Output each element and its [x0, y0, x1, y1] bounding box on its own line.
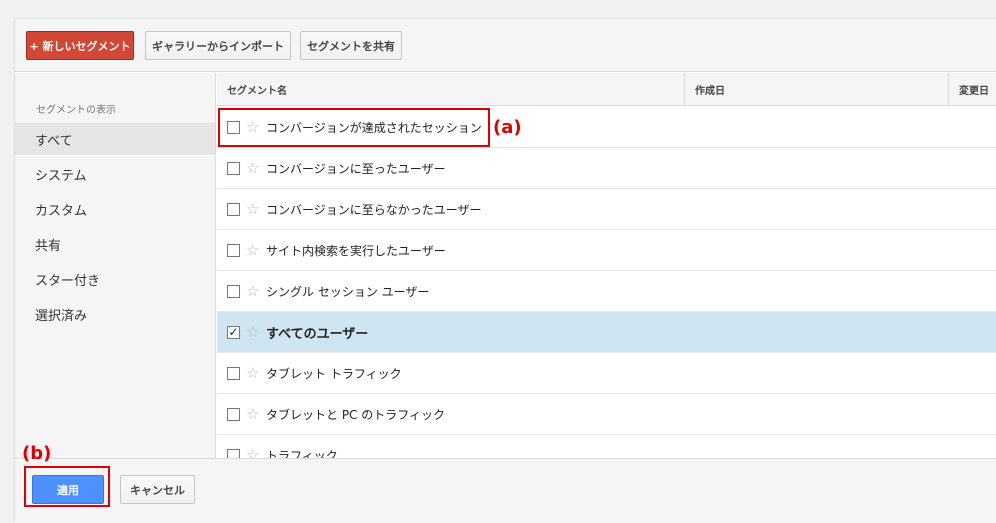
star-icon[interactable]: ☆ [246, 241, 262, 259]
star-icon[interactable]: ☆ [246, 200, 262, 218]
segment-list[interactable]: ☆ コンバージョンが達成されたセッション ☆ コンバージョンに至ったユーザー ☆… [217, 107, 996, 458]
segment-name: タブレット トラフィック [266, 366, 402, 381]
segment-name: コンバージョンに至ったユーザー [266, 161, 446, 176]
segment-toolbar: + 新しいセグメント ギャラリーからインポート セグメントを共有 [15, 19, 996, 72]
segment-view-sidebar: セグメントの表示 すべて システム カスタム 共有 スター付き 選択済み [15, 73, 216, 458]
sidebar-item-label: すべて [35, 133, 73, 149]
sidebar-item-system[interactable]: システム [15, 158, 215, 190]
annotation-box-a [218, 108, 490, 147]
segment-name: シングル セッション ユーザー [266, 284, 430, 299]
share-segments-button[interactable]: セグメントを共有 [300, 31, 402, 60]
action-bar: 適用 キャンセル [15, 458, 996, 523]
sidebar-item-label: 選択済み [35, 308, 88, 324]
segment-name: コンバージョンに至らなかったユーザー [266, 202, 482, 217]
sidebar-heading: セグメントの表示 [36, 105, 116, 116]
column-header-segment-name[interactable]: セグメント名 [217, 73, 685, 106]
import-from-gallery-button[interactable]: ギャラリーからインポート [145, 31, 291, 60]
column-header-created-date[interactable]: 作成日 [685, 73, 949, 106]
segment-name: トラフィック [266, 448, 338, 459]
sidebar-item-starred[interactable]: スター付き [15, 263, 215, 295]
table-row[interactable]: ☆ トラフィック [217, 435, 996, 458]
table-row[interactable]: ☆ コンバージョンに至ったユーザー [217, 148, 996, 189]
table-header: セグメント名 作成日 変更日 [217, 73, 996, 106]
table-row[interactable]: ☆ シングル セッション ユーザー [217, 271, 996, 312]
table-row[interactable]: ☆ サイト内検索を実行したユーザー [217, 230, 996, 271]
segment-checkbox[interactable] [227, 243, 240, 257]
segment-checkbox[interactable] [227, 161, 240, 175]
sidebar-item-label: 共有 [35, 238, 62, 254]
sidebar-item-custom[interactable]: カスタム [15, 193, 215, 225]
segment-checkbox[interactable] [227, 448, 240, 458]
star-icon[interactable]: ☆ [246, 405, 262, 423]
segment-checkbox[interactable] [227, 407, 240, 421]
sidebar-item-all[interactable]: すべて [15, 123, 215, 155]
annotation-label-a: (a) [493, 117, 522, 138]
table-row-selected[interactable]: ✓ ☆ すべてのユーザー [217, 312, 996, 353]
star-icon[interactable]: ☆ [246, 159, 262, 177]
star-icon[interactable]: ☆ [246, 323, 262, 341]
segment-picker-panel: + 新しいセグメント ギャラリーからインポート セグメントを共有 セグメントの表… [14, 18, 996, 523]
sidebar-item-label: システム [35, 168, 87, 184]
segment-name: すべてのユーザー [266, 326, 369, 342]
star-icon[interactable]: ☆ [246, 282, 262, 300]
sidebar-item-selected[interactable]: 選択済み [15, 298, 215, 330]
annotation-label-b: (b) [22, 443, 52, 464]
sidebar-item-label: スター付き [35, 273, 101, 289]
new-segment-button[interactable]: + 新しいセグメント [26, 31, 134, 60]
sidebar-item-shared[interactable]: 共有 [15, 228, 215, 260]
star-icon[interactable]: ☆ [246, 446, 262, 458]
segment-name: サイト内検索を実行したユーザー [266, 243, 446, 258]
segment-checkbox[interactable] [227, 284, 240, 298]
annotation-box-b [24, 466, 110, 507]
column-header-updated-date[interactable]: 変更日 [949, 73, 996, 106]
sidebar-item-label: カスタム [35, 203, 88, 219]
table-row[interactable]: ☆ タブレットと PC のトラフィック [217, 394, 996, 435]
cancel-button[interactable]: キャンセル [120, 475, 195, 504]
table-row[interactable]: ☆ タブレット トラフィック [217, 353, 996, 394]
table-row[interactable]: ☆ コンバージョンに至らなかったユーザー [217, 189, 996, 230]
segment-checkbox-checked[interactable]: ✓ [227, 325, 240, 339]
segment-checkbox[interactable] [227, 202, 240, 216]
star-icon[interactable]: ☆ [246, 364, 262, 382]
segment-name: タブレットと PC のトラフィック [266, 407, 446, 422]
segment-checkbox[interactable] [227, 366, 240, 380]
